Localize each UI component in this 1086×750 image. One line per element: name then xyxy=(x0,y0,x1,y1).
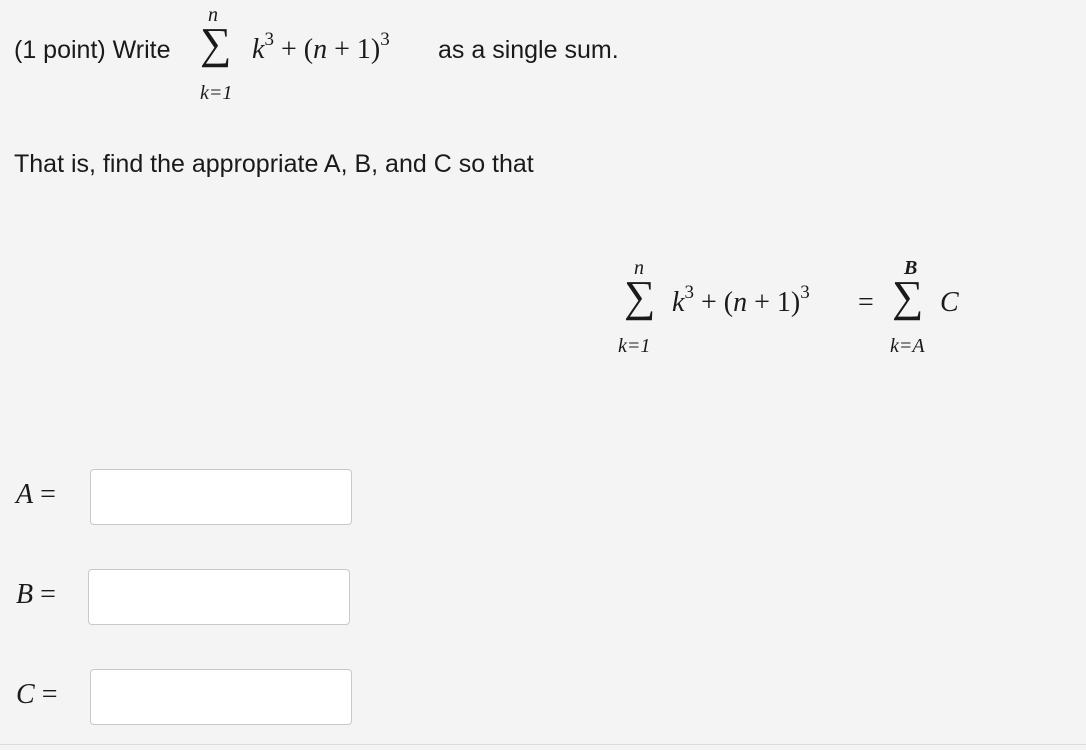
answer-row-a: A = xyxy=(14,469,374,529)
answer-label-b: B = xyxy=(16,579,56,610)
lhs-sigma-symbol: ∑ xyxy=(624,272,656,321)
lhs-summand: k3 + (n + 1)3 xyxy=(672,283,810,319)
sum-lower-limit: k=1 xyxy=(200,82,233,104)
equals-sign: = xyxy=(858,287,874,318)
problem-statement: (1 point) Write n ∑ k=1 k3 + (n + 1)3 as… xyxy=(14,0,774,110)
lhs-lower-limit: k=1 xyxy=(618,335,651,357)
lhs-summand-variable: k xyxy=(672,287,685,318)
lhs-summand-exponent: 3 xyxy=(684,282,694,303)
answer-input-b[interactable] xyxy=(88,569,350,625)
summand: k3 + (n + 1)3 xyxy=(252,30,390,66)
summand-exponent: 3 xyxy=(264,29,274,50)
answer-label-a: A = xyxy=(16,479,56,510)
lhs-extra-term: + (n + 1) xyxy=(700,287,801,318)
lhs-extra-term-exponent: 3 xyxy=(800,282,810,303)
rhs-lower-limit: k=A xyxy=(890,335,925,357)
problem-prefix: (1 point) Write xyxy=(14,36,171,64)
answer-input-c[interactable] xyxy=(90,669,352,725)
answer-input-a[interactable] xyxy=(90,469,352,525)
bottom-divider xyxy=(0,744,1086,745)
answer-row-c: C = xyxy=(14,669,374,729)
display-equation: n ∑ k=1 k3 + (n + 1)3 = B ∑ k=A C xyxy=(600,255,1020,365)
extra-term-exponent: 3 xyxy=(380,29,390,50)
answer-row-b: B = xyxy=(14,569,374,629)
summand-extra-term: + (n + 1) xyxy=(280,34,381,65)
instruction-text: That is, find the appropriate A, B, and … xyxy=(14,150,534,178)
summand-variable: k xyxy=(252,34,265,65)
answer-label-c: C = xyxy=(16,679,58,710)
rhs-summand: C xyxy=(940,287,959,318)
rhs-sigma-symbol: ∑ xyxy=(892,272,924,321)
sigma-symbol: ∑ xyxy=(200,19,232,68)
problem-suffix: as a single sum. xyxy=(438,36,619,64)
